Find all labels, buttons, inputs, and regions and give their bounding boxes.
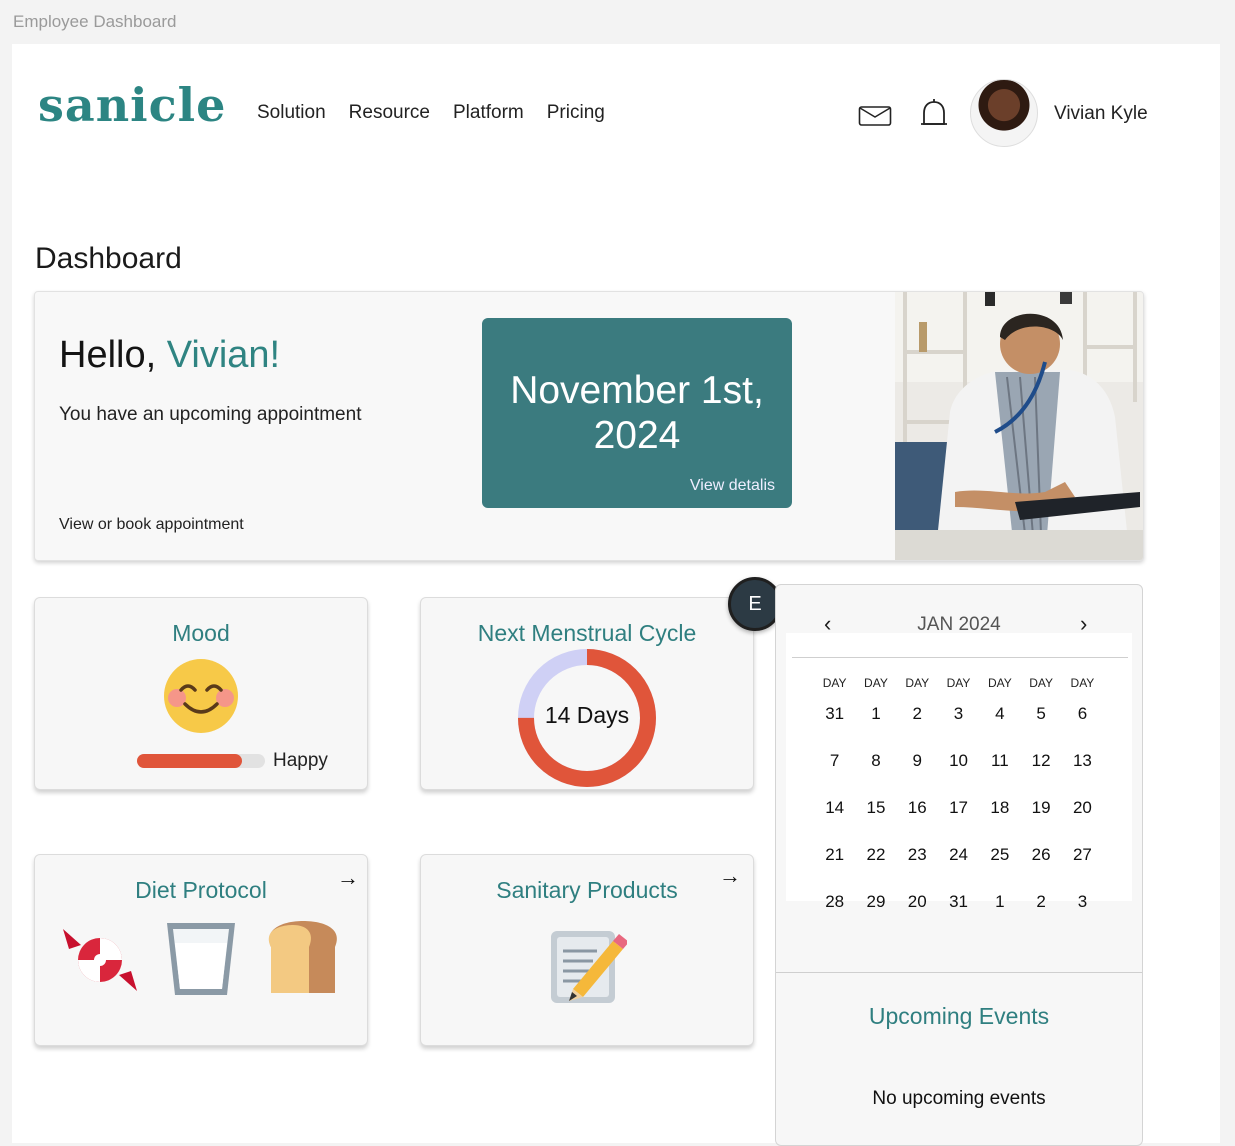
nav-solution[interactable]: Solution [257,102,326,124]
calendar-grid: DAY DAY DAY DAY DAY DAY DAY 31 1 2 3 4 5 6 7 8 9 10 11 12 13… [814,675,1103,936]
calendar-day[interactable]: 17 [938,795,979,842]
nav-resource[interactable]: Resource [349,102,430,124]
avatar[interactable] [970,79,1038,147]
appointment-message: You have an upcoming appointment [59,404,362,425]
calendar-day[interactable]: 23 [897,842,938,889]
nav-platform[interactable]: Platform [453,102,524,124]
milk-glass-icon [167,923,235,995]
main-nav: Solution Resource Platform Pricing [257,102,605,124]
calendar-weekday-header: DAY [864,676,888,690]
calendar-day[interactable]: 9 [897,748,938,795]
calendar-day[interactable]: 16 [897,795,938,842]
calendar-day[interactable]: 22 [855,842,896,889]
calendar-day[interactable]: 25 [979,842,1020,889]
book-appointment-link[interactable]: View or book appointment [59,516,244,534]
nav-pricing[interactable]: Pricing [547,102,605,124]
calendar-divider [792,657,1128,658]
calendar-day[interactable]: 26 [1020,842,1061,889]
calendar-day[interactable]: 28 [814,889,855,936]
dashboard-page: sanicle Solution Resource Platform Prici… [12,44,1220,1146]
diet-protocol-card[interactable]: Diet Protocol → [34,854,368,1046]
window-title: Employee Dashboard [13,12,177,31]
calendar-next-button[interactable]: › [1080,611,1087,637]
calendar-day[interactable]: 2 [897,701,938,748]
view-details-link[interactable]: View detalis [690,477,775,495]
cycle-title: Next Menstrual Cycle [477,620,697,646]
mood-level-bar [137,754,265,768]
mood-level-fill [137,754,242,768]
greeting-name: Vivian! [166,334,281,376]
greeting: Hello, Vivian! [59,334,280,377]
menstrual-cycle-card[interactable]: Next Menstrual Cycle 14 Days [420,597,754,790]
appointment-date: November 1st, 2024 [510,369,764,457]
calendar-day[interactable]: 14 [814,795,855,842]
calendar-day[interactable]: 24 [938,842,979,889]
calendar-day[interactable]: 3 [938,701,979,748]
calendar-day[interactable]: 7 [814,748,855,795]
appointment-card[interactable]: November 1st, 2024 View detalis [482,318,792,508]
memo-pencil-icon [551,931,627,1003]
calendar-day[interactable]: 4 [979,701,1020,748]
no-events-message: No upcoming events [872,1088,1046,1109]
calendar-day[interactable]: 12 [1020,748,1061,795]
calendar-weekday-header: DAY [1070,676,1095,690]
calendar-day[interactable]: 11 [979,748,1020,795]
calendar-day[interactable]: 21 [814,842,855,889]
mood-label: Happy [273,750,328,771]
bell-icon[interactable] [918,98,950,132]
doctor-photo [895,292,1143,560]
calendar-day[interactable]: 20 [1062,795,1103,842]
calendar-panel: ‹ JAN 2024 › DAY DAY DAY DAY DAY DAY DAY 31 1 2 3 4… [775,584,1143,1146]
user-name[interactable]: Vivian Kyle [1054,103,1148,125]
calendar-day[interactable]: 5 [1020,701,1061,748]
diet-arrow-icon[interactable]: → [337,865,359,891]
calendar-weekday-header: DAY [987,676,1012,690]
bread-icon [268,921,337,993]
calendar-weekday-header: DAY [946,676,971,690]
candy-icon [63,929,137,991]
calendar-day[interactable]: 13 [1062,748,1103,795]
calendar-day[interactable]: 1 [855,701,896,748]
calendar-day[interactable]: 19 [1020,795,1061,842]
calendar-day[interactable]: 3 [1062,889,1103,936]
greeting-text: Hello, [59,334,167,376]
calendar-weekday-header: DAY [822,676,847,690]
calendar-weekday-header: DAY [1029,676,1054,690]
calendar-day[interactable]: 15 [855,795,896,842]
mood-title: Mood [172,620,230,646]
user-initial-badge[interactable]: E [728,577,782,631]
calendar-day[interactable]: 6 [1062,701,1103,748]
sanitary-arrow-icon[interactable]: → [719,863,741,889]
calendar-weekday-header: DAY [905,676,930,690]
page-title: Dashboard [35,242,182,275]
calendar-day[interactable]: 18 [979,795,1020,842]
logo[interactable]: sanicle [38,78,226,132]
welcome-banner: Hello, Vivian! You have an upcoming appo… [34,291,1144,561]
mail-icon[interactable] [858,104,892,128]
smiling-face-icon [164,659,238,733]
diet-title: Diet Protocol [135,877,267,903]
cycle-days-label: 14 Days [544,702,630,728]
calendar-day[interactable]: 8 [855,748,896,795]
calendar-day[interactable]: 20 [897,889,938,936]
sanitary-title: Sanitary Products [496,877,678,903]
calendar-day[interactable]: 10 [938,748,979,795]
calendar-day[interactable]: 31 [938,889,979,936]
calendar-day[interactable]: 2 [1020,889,1061,936]
events-divider [776,972,1142,973]
calendar-day[interactable]: 1 [979,889,1020,936]
calendar-day[interactable]: 31 [814,701,855,748]
mood-card[interactable]: Mood Happy [34,597,368,790]
calendar-day[interactable]: 29 [855,889,896,936]
calendar-day[interactable]: 27 [1062,842,1103,889]
sanitary-products-card[interactable]: Sanitary Products → [420,854,754,1046]
upcoming-events-title: Upcoming Events [868,1003,1050,1029]
